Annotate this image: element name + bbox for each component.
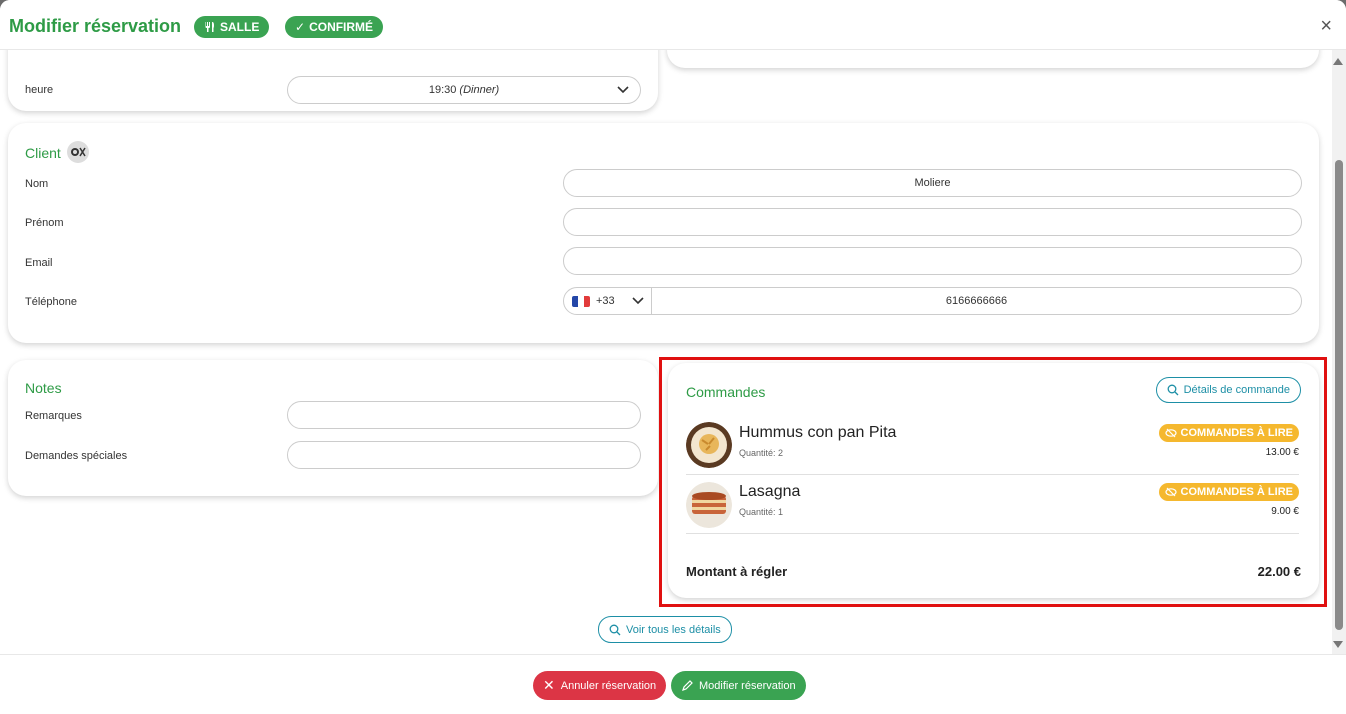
phone-input[interactable]: 6166666666 bbox=[651, 287, 1302, 315]
client-title: Client bbox=[25, 145, 61, 161]
item-quantity: Quantité: 2 bbox=[739, 448, 784, 458]
item-quantity: Quantité: 1 bbox=[739, 507, 784, 517]
nom-input[interactable]: Moliere bbox=[563, 169, 1302, 197]
time-value: 19:30 bbox=[428, 84, 457, 96]
item-separator bbox=[686, 533, 1299, 534]
modifier-button[interactable]: Modifier réservation bbox=[671, 671, 806, 700]
time-select[interactable]: 19:30 (Dinner) bbox=[287, 76, 641, 104]
france-flag-icon bbox=[572, 295, 590, 307]
details-commande-button[interactable]: Détails de commande bbox=[1155, 377, 1301, 403]
modal-footer: ✕ Annuler réservation Modifier réservati… bbox=[0, 654, 1346, 714]
scroll-down-icon[interactable] bbox=[1333, 641, 1343, 648]
badge-label: COMMANDES À LIRE bbox=[1180, 427, 1293, 439]
item-name: Hummus con pan Pita bbox=[739, 424, 897, 441]
commandes-card: Commandes Détails de commande Hummus con… bbox=[668, 363, 1319, 598]
annuler-button[interactable]: ✕ Annuler réservation bbox=[533, 671, 667, 700]
salle-badge: SALLE bbox=[194, 16, 270, 38]
heure-label: heure bbox=[25, 84, 54, 96]
demandes-input[interactable] bbox=[287, 441, 641, 469]
voir-details-button[interactable]: Voir tous les détails bbox=[598, 616, 732, 643]
top-right-card bbox=[667, 50, 1319, 68]
phone-label: Téléphone bbox=[25, 296, 77, 308]
email-input[interactable] bbox=[563, 247, 1302, 275]
salle-label: SALLE bbox=[220, 20, 260, 34]
total-value: 22.00 € bbox=[1257, 564, 1301, 579]
modal-header: Modifier réservation SALLE ✓ CONFIRMÉ × bbox=[0, 0, 1346, 50]
eye-off-icon bbox=[1164, 487, 1177, 497]
client-card: Client Nom Moliere Prénom Email Téléphon… bbox=[8, 123, 1319, 343]
hummus-image bbox=[686, 422, 732, 468]
total-label: Montant à régler bbox=[686, 564, 788, 579]
status-label: CONFIRMÉ bbox=[309, 20, 374, 34]
modifier-label: Modifier réservation bbox=[699, 679, 796, 692]
check-icon: ✓ bbox=[295, 20, 306, 34]
country-code-select[interactable]: +33 bbox=[563, 287, 652, 315]
nom-label: Nom bbox=[25, 178, 49, 190]
modal-body: heure 19:30 (Dinner) Client Nom Moliere … bbox=[0, 50, 1332, 654]
email-label: Email bbox=[25, 257, 53, 269]
prenom-label: Prénom bbox=[25, 217, 64, 229]
search-icon bbox=[1167, 384, 1179, 396]
commandes-a-lire-badge: COMMANDES À LIRE bbox=[1158, 424, 1299, 442]
notes-card: Notes Remarques Demandes spéciales bbox=[8, 360, 658, 496]
status-badge: ✓ CONFIRMÉ bbox=[285, 16, 384, 38]
modal-title: Modifier réservation bbox=[9, 16, 182, 36]
reservation-modal: Modifier réservation SALLE ✓ CONFIRMÉ × … bbox=[0, 0, 1346, 714]
phone-code: +33 bbox=[596, 295, 615, 307]
time-suffix: (Dinner) bbox=[459, 84, 500, 96]
commandes-title: Commandes bbox=[686, 384, 766, 400]
item-price: 9.00 € bbox=[1271, 506, 1299, 517]
lasagna-image bbox=[686, 482, 732, 528]
x-icon: ✕ bbox=[543, 677, 555, 693]
annuler-label: Annuler réservation bbox=[560, 679, 657, 692]
remarques-label: Remarques bbox=[25, 410, 82, 422]
voir-details-label: Voir tous les détails bbox=[626, 623, 721, 636]
chevron-down-icon bbox=[616, 82, 630, 99]
item-name: Lasagna bbox=[739, 483, 801, 500]
remarques-input[interactable] bbox=[287, 401, 641, 429]
demandes-label: Demandes spéciales bbox=[25, 450, 128, 462]
commandes-a-lire-badge: COMMANDES À LIRE bbox=[1158, 483, 1299, 501]
scroll-up-icon[interactable] bbox=[1333, 58, 1343, 65]
close-icon[interactable]: × bbox=[1320, 16, 1332, 36]
badge-label: COMMANDES À LIRE bbox=[1180, 486, 1293, 498]
item-price: 13.00 € bbox=[1265, 447, 1299, 458]
notes-title: Notes bbox=[25, 380, 62, 396]
time-card: heure 19:30 (Dinner) bbox=[8, 50, 658, 111]
chevron-down-icon bbox=[631, 293, 645, 310]
cutlery-icon bbox=[205, 22, 214, 32]
item-separator bbox=[686, 474, 1299, 475]
pencil-icon bbox=[682, 679, 693, 691]
eye-off-icon bbox=[1164, 428, 1177, 438]
details-commande-label: Détails de commande bbox=[1183, 384, 1290, 396]
client-lookup-icon[interactable] bbox=[67, 141, 89, 163]
prenom-input[interactable] bbox=[563, 208, 1302, 236]
search-icon bbox=[609, 624, 621, 635]
scrollbar-thumb[interactable] bbox=[1335, 160, 1343, 630]
